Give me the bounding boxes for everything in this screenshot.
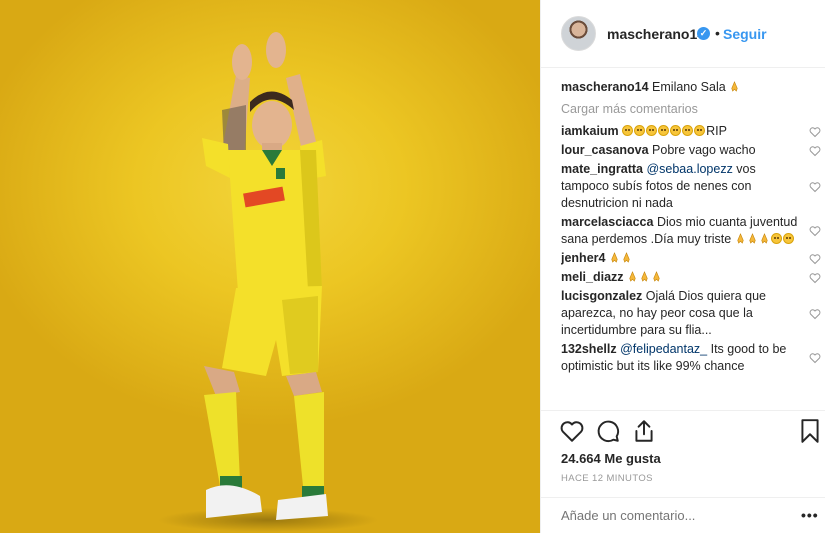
player-illustration	[158, 32, 378, 532]
verified-icon: ✓	[697, 27, 710, 40]
caption-username[interactable]: mascherano14	[561, 80, 649, 94]
pray-emoji-icon	[623, 252, 630, 263]
comment-username[interactable]: meli_diazz	[561, 270, 624, 284]
comment-item: iamkaium RIP	[561, 123, 823, 140]
post-sidebar: mascherano14 ✓ • Seguir mascherano14 Emi…	[540, 0, 825, 533]
emoji-group	[627, 270, 663, 284]
like-comment-heart-icon[interactable]	[809, 145, 821, 157]
comment-icon[interactable]	[595, 418, 621, 444]
post-caption: mascherano14 Emilano Sala	[561, 79, 823, 96]
avatar[interactable]	[561, 16, 596, 51]
pray-emoji-icon	[611, 252, 618, 263]
comment-item: 132shellz @felipedantaz_ Its good to be …	[561, 341, 823, 375]
emoji-group	[735, 232, 795, 246]
instagram-post-modal: mascherano14 ✓ • Seguir mascherano14 Emi…	[0, 0, 825, 533]
add-comment-bar: •••	[541, 497, 825, 535]
sad-emoji-icon	[622, 124, 706, 138]
like-comment-heart-icon[interactable]	[809, 126, 821, 138]
share-icon[interactable]	[631, 418, 657, 444]
comment-text: Pobre vago wacho	[652, 143, 756, 157]
add-comment-input[interactable]	[561, 508, 781, 523]
comment-item: marcelasciacca Dios mio cuanta juventud …	[561, 214, 823, 248]
comments-list[interactable]: mascherano14 Emilano Sala Cargar más com…	[561, 79, 823, 409]
comment-item: lour_casanova Pobre vago wacho	[561, 142, 823, 159]
like-comment-heart-icon[interactable]	[809, 352, 821, 364]
bookmark-icon[interactable]	[797, 418, 823, 444]
comment-username[interactable]: lucisgonzalez	[561, 289, 642, 303]
comment-username[interactable]: 132shellz	[561, 342, 617, 356]
post-image[interactable]	[0, 0, 540, 533]
comment-text: RIP	[706, 124, 727, 138]
pray-emoji-icon	[749, 233, 756, 244]
separator-dot: •	[715, 25, 720, 41]
comment-mention[interactable]: @sebaa.lopezz	[646, 162, 732, 176]
sad-emoji-icon	[782, 233, 794, 244]
pray-emoji-icon	[761, 233, 768, 244]
pray-emoji-icon	[629, 271, 636, 282]
pray-emoji-icon	[737, 233, 744, 244]
comment-item: lucisgonzalez Ojalá Dios quiera que apar…	[561, 288, 823, 339]
emoji-group	[609, 251, 633, 265]
pray-emoji-icon	[653, 271, 660, 282]
like-comment-heart-icon[interactable]	[809, 253, 821, 265]
pray-emoji-icon	[641, 271, 648, 282]
comment-mention[interactable]: @felipedantaz_	[620, 342, 707, 356]
sad-emoji-icon	[770, 233, 782, 244]
pray-emoji-icon	[731, 81, 738, 92]
comment-username[interactable]: jenher4	[561, 251, 605, 265]
comment-username[interactable]: mate_ingratta	[561, 162, 643, 176]
post-actions: 24.664 Me gusta HACE 12 MINUTOS •••	[541, 410, 825, 534]
comment-item: jenher4	[561, 250, 823, 267]
comment-username[interactable]: lour_casanova	[561, 143, 649, 157]
comment-username[interactable]: marcelasciacca	[561, 215, 653, 229]
like-heart-icon[interactable]	[559, 418, 585, 444]
header-username[interactable]: mascherano14	[607, 26, 705, 42]
load-more-comments-link[interactable]: Cargar más comentarios	[561, 102, 823, 116]
comment-username[interactable]: iamkaium	[561, 124, 619, 138]
post-header: mascherano14 ✓ • Seguir	[541, 0, 825, 68]
comment-item: meli_diazz	[561, 269, 823, 286]
post-timestamp: HACE 12 MINUTOS	[561, 473, 653, 484]
like-comment-heart-icon[interactable]	[809, 181, 821, 193]
caption-text: Emilano Sala	[652, 80, 726, 94]
like-comment-heart-icon[interactable]	[809, 225, 821, 237]
comment-item: mate_ingratta @sebaa.lopezz vos tampoco …	[561, 161, 823, 212]
follow-button[interactable]: Seguir	[723, 26, 767, 42]
likes-count[interactable]: 24.664 Me gusta	[561, 451, 661, 466]
like-comment-heart-icon[interactable]	[809, 272, 821, 284]
like-comment-heart-icon[interactable]	[809, 308, 821, 320]
more-options-button[interactable]: •••	[801, 507, 819, 523]
